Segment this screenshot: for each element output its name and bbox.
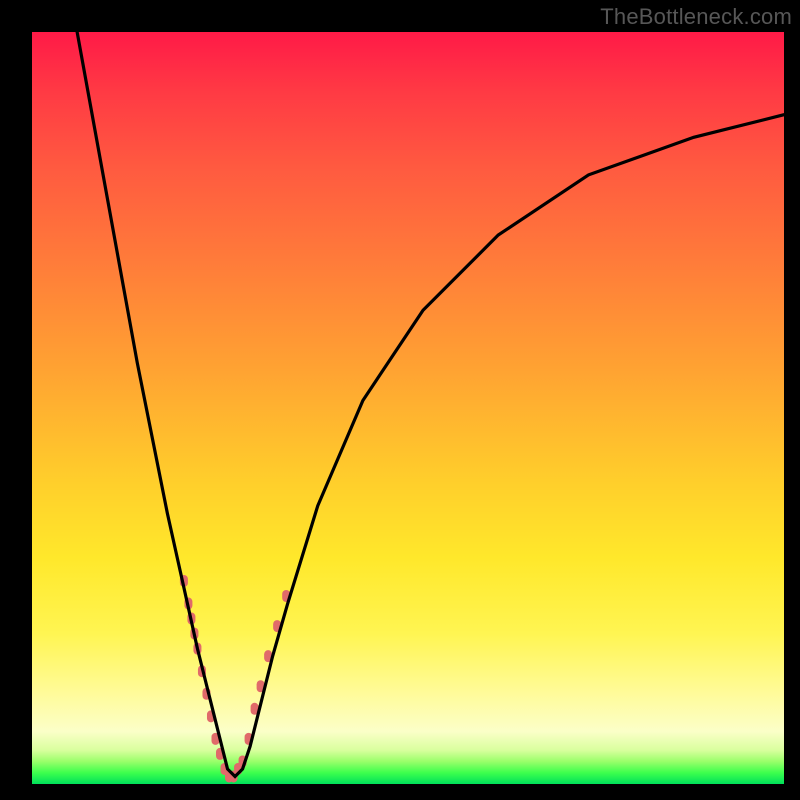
marker-group (180, 575, 290, 783)
watermark-text: TheBottleneck.com (600, 4, 792, 30)
bottleneck-curve (77, 32, 784, 776)
chart-stage: TheBottleneck.com (0, 0, 800, 800)
plot-area (32, 32, 784, 784)
curve-layer (32, 32, 784, 784)
